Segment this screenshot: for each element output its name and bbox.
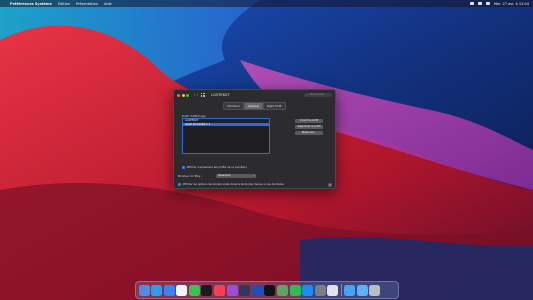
show-all-grid-icon[interactable]: [200, 92, 206, 98]
mirroring-checkbox-row[interactable]: ✓ Afficher les options de recopie vidéo …: [178, 183, 284, 186]
tab-night-shift[interactable]: Night Shift: [262, 102, 286, 110]
tab-moniteur[interactable]: Moniteur: [223, 102, 244, 110]
minimize-button[interactable]: [181, 93, 185, 97]
photos-icon[interactable]: [176, 284, 188, 296]
profile-row[interactable]: sRGB IEC61966-2.1: [183, 122, 269, 127]
mirroring-label: Afficher les options de recopie vidéo da…: [182, 183, 284, 186]
open-profile-button[interactable]: Ouvrir le profil: [295, 119, 323, 123]
control-center-icon[interactable]: [486, 2, 490, 5]
zoom-button[interactable]: [186, 93, 189, 97]
finder-icon[interactable]: [138, 284, 150, 296]
downloads-folder-icon[interactable]: [344, 284, 356, 296]
window-titlebar: ‹ › LGSTEK07 ⌕ Rechercher: [174, 90, 335, 100]
podcasts-icon[interactable]: [226, 284, 238, 296]
menu-bar: Préférences Système Édition Présentation…: [0, 0, 533, 7]
documents-folder-icon[interactable]: [356, 284, 368, 296]
search-icon: ⌕: [306, 92, 308, 97]
mirroring-checkbox[interactable]: ✓: [178, 183, 181, 186]
messages-icon[interactable]: [188, 284, 200, 296]
back-forward-icon[interactable]: ‹ ›: [194, 90, 198, 100]
airplay-monitor-select[interactable]: Désactivé ⌄: [216, 174, 256, 178]
airplay-monitor-value: Désactivé: [218, 174, 231, 177]
airplay-monitor-label: Moniteur Air Play :: [178, 175, 202, 178]
g-hub-icon[interactable]: [264, 284, 276, 296]
menu-app-name[interactable]: Préférences Système: [10, 2, 52, 6]
keynote-icon[interactable]: [251, 284, 263, 296]
close-button[interactable]: [177, 93, 180, 97]
menu-item-aide[interactable]: Aide: [104, 2, 112, 6]
mail-icon[interactable]: [163, 284, 175, 296]
show-profiles-checkbox-row[interactable]: ✓ Afficher uniquement les profils de ce …: [182, 166, 247, 169]
tab-bar: Moniteur Couleur Night Shift: [174, 102, 335, 110]
battery-icon[interactable]: [478, 2, 482, 5]
chevron-down-icon: ⌄: [252, 174, 255, 177]
dock-separator: [341, 284, 342, 296]
tab-couleur[interactable]: Couleur: [243, 102, 263, 110]
facetime-icon[interactable]: [289, 284, 301, 296]
lyric-icon[interactable]: [239, 284, 251, 296]
help-button[interactable]: ?: [328, 183, 332, 187]
show-profiles-checkbox[interactable]: ✓: [182, 166, 185, 169]
profile-list[interactable]: LGSTEK07 sRGB IEC61966-2.1: [182, 118, 270, 154]
search-placeholder: Rechercher: [309, 92, 325, 96]
show-profiles-label: Afficher uniquement les profils de ce mo…: [186, 166, 247, 169]
activity-monitor-icon[interactable]: [327, 284, 339, 296]
window-title: LGSTEK07: [211, 93, 230, 97]
music-icon[interactable]: [214, 284, 226, 296]
dock: [135, 281, 399, 299]
trash-icon[interactable]: [369, 284, 381, 296]
appstore-icon[interactable]: [302, 284, 314, 296]
display-preferences-window: ‹ › LGSTEK07 ⌕ Rechercher Moniteur Coule…: [173, 89, 336, 189]
menu-item-edition[interactable]: Édition: [58, 2, 70, 6]
system-preferences-icon[interactable]: [314, 284, 326, 296]
calibrate-button[interactable]: Étalonner...: [295, 131, 323, 135]
safari-icon[interactable]: [151, 284, 163, 296]
maps-icon[interactable]: [277, 284, 289, 296]
menu-item-presentation[interactable]: Présentation: [76, 2, 98, 6]
delete-profile-button[interactable]: Supprimer le profil: [295, 125, 323, 129]
search-field[interactable]: ⌕ Rechercher: [304, 92, 332, 98]
tv-icon[interactable]: [201, 284, 213, 296]
wifi-icon[interactable]: [470, 2, 474, 5]
menu-clock[interactable]: Mer. 27 avr. à 12:04: [494, 2, 529, 6]
